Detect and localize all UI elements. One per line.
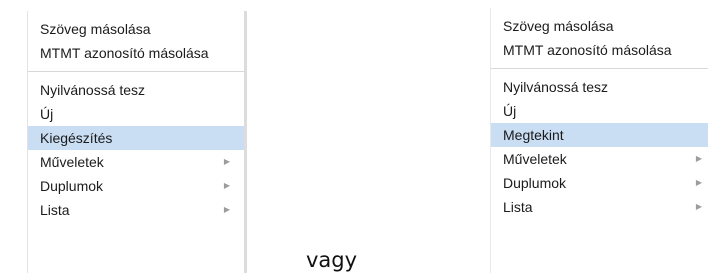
menu-item-label: Duplumok (503, 175, 567, 191)
menu-actions-group: Nyilvánossá tesz Új Kiegészítés Művelete… (28, 78, 244, 222)
menu-item-label: Nyilvánossá tesz (40, 82, 146, 98)
menu-separator (28, 71, 244, 72)
menu-item-label: Lista (503, 199, 533, 215)
menu-item-duplicates[interactable]: Duplumok ▶ (28, 174, 244, 198)
menu-item-label: Új (40, 106, 54, 122)
menu-item-operations[interactable]: Műveletek ▶ (28, 150, 244, 174)
menu-separator (491, 68, 708, 69)
triangle-right-icon: ▶ (695, 178, 702, 187)
menu-item-label: Duplumok (40, 178, 104, 194)
menu-item-new[interactable]: Új (491, 99, 708, 123)
menu-item-operations[interactable]: Műveletek ▶ (491, 147, 708, 171)
menu-item-label: Nyilvánossá tesz (503, 79, 609, 95)
menu-copy-group: Szöveg másolása MTMT azonosító másolása (28, 11, 244, 65)
menu-item-supplement[interactable]: Kiegészítés (28, 126, 244, 150)
menu-item-label: Kiegészítés (40, 130, 113, 146)
menu-item-label: MTMT azonosító másolása (503, 42, 672, 58)
menu-item-list[interactable]: Lista ▶ (28, 198, 244, 222)
context-menu-right: Szöveg másolása MTMT azonosító másolása … (490, 8, 708, 273)
triangle-right-icon: ▶ (223, 157, 230, 166)
menu-item-label: Műveletek (503, 151, 567, 167)
menu-actions-group: Nyilvánossá tesz Új Megtekint Műveletek … (491, 75, 708, 219)
triangle-right-icon: ▶ (223, 181, 230, 190)
connector-text: vagy (306, 248, 358, 272)
menu-item-label: Lista (40, 202, 70, 218)
triangle-right-icon: ▶ (695, 154, 702, 163)
menu-item-copy-text[interactable]: Szöveg másolása (491, 14, 708, 38)
menu-item-new[interactable]: Új (28, 102, 244, 126)
menu-item-copy-text[interactable]: Szöveg másolása (28, 17, 244, 41)
context-menu-left: Szöveg másolása MTMT azonosító másolása … (27, 11, 247, 273)
triangle-right-icon: ▶ (695, 202, 702, 211)
menu-item-view[interactable]: Megtekint (491, 123, 708, 147)
menu-item-label: Műveletek (40, 154, 104, 170)
menu-item-duplicates[interactable]: Duplumok ▶ (491, 171, 708, 195)
menu-item-copy-mtmt-id[interactable]: MTMT azonosító másolása (28, 41, 244, 65)
menu-item-list[interactable]: Lista ▶ (491, 195, 708, 219)
menu-item-copy-mtmt-id[interactable]: MTMT azonosító másolása (491, 38, 708, 62)
triangle-right-icon: ▶ (223, 205, 230, 214)
menu-item-make-public[interactable]: Nyilvánossá tesz (28, 78, 244, 102)
menu-item-label: Megtekint (503, 127, 564, 143)
menu-item-label: Szöveg másolása (503, 18, 614, 34)
menu-copy-group: Szöveg másolása MTMT azonosító másolása (491, 8, 708, 62)
menu-item-make-public[interactable]: Nyilvánossá tesz (491, 75, 708, 99)
menu-item-label: Új (503, 103, 517, 119)
menu-item-label: Szöveg másolása (40, 21, 151, 37)
menu-item-label: MTMT azonosító másolása (40, 45, 209, 61)
